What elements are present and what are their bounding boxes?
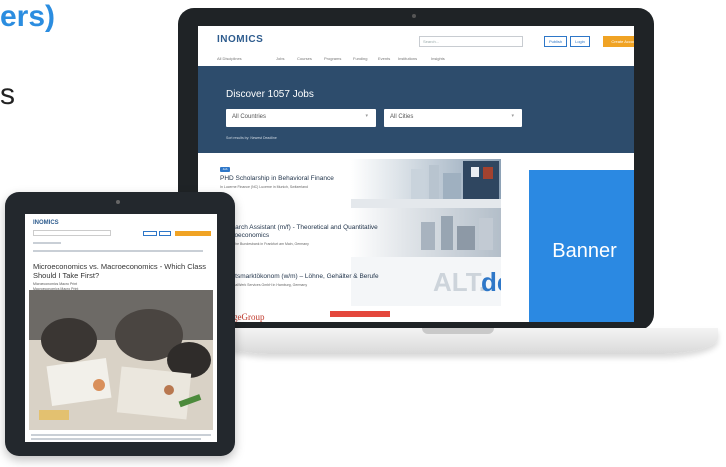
nav-item-events[interactable]: Events <box>378 56 390 61</box>
listing-employer: In Lucerne Finance (NC) Lucerne in Munic… <box>220 185 308 189</box>
search-input[interactable]: Search... <box>419 36 523 47</box>
hero-title: Discover 1057 Jobs <box>226 89 314 100</box>
create-account-button[interactable]: Create Account <box>603 36 634 47</box>
job-listing[interactable]: Job Research Assistant (m/f) - Theoretic… <box>220 208 501 257</box>
breadcrumb <box>33 242 61 244</box>
webcam-icon <box>116 200 120 204</box>
headline-fragment: s <box>0 78 15 111</box>
job-listing[interactable]: PageGroup <box>220 308 501 322</box>
svg-text:de: de <box>481 267 501 297</box>
nav-item-programs[interactable]: Programs <box>324 56 341 61</box>
tablet-display: INOMICS Microeconomics vs. Macroeconomic… <box>25 214 217 442</box>
listing-title[interactable]: Research Assistant (m/f) - Theoretical a… <box>220 224 405 240</box>
article-meta: Microeconomics Macro Print <box>33 282 78 286</box>
laptop: INOMICS Search... Publish Login Create A… <box>178 8 654 330</box>
search-hero: Discover 1057 Jobs All Countries ▾ All C… <box>198 66 634 153</box>
tablet-login-button[interactable] <box>159 231 171 236</box>
listing-title[interactable]: Arbeitsmarktökonom (w/m) – Löhne, Gehält… <box>220 273 405 281</box>
nav-item-disciplines[interactable]: All Disciplines <box>217 56 242 61</box>
nav-item-funding[interactable]: Funding <box>353 56 367 61</box>
country-select[interactable]: All Countries ▾ <box>226 109 376 127</box>
login-button[interactable]: Login <box>570 36 590 47</box>
article-title: Microeconomics vs. Macroeconomics - Whic… <box>33 262 206 280</box>
banner-label: Banner <box>552 240 617 262</box>
country-select-value: All Countries <box>232 114 267 120</box>
chevron-down-icon: ▾ <box>511 113 514 119</box>
webcam-icon <box>412 14 416 18</box>
promo-strip <box>330 311 390 317</box>
listing-title[interactable]: PHD Scholarship in Behavioral Finance <box>220 175 405 183</box>
nav-item-insights[interactable]: Insights <box>431 56 445 61</box>
tablet-nav <box>33 250 203 252</box>
page-headline: ers) <box>0 0 56 33</box>
sort-options[interactable]: Sort results by: Newest Deadline <box>226 136 277 140</box>
nav-item-jobs[interactable]: Jobs <box>276 56 284 61</box>
city-select[interactable]: All Cities ▾ <box>384 109 522 127</box>
city-select-value: All Cities <box>390 114 414 120</box>
listing-image: ALT. de <box>351 257 501 306</box>
svg-text:ALT.: ALT. <box>433 267 486 297</box>
article-text-line <box>31 438 201 440</box>
chevron-down-icon: ▾ <box>365 113 368 119</box>
site-logo[interactable]: INOMICS <box>217 34 263 45</box>
article-photo <box>29 290 213 430</box>
tablet-site-logo[interactable]: INOMICS <box>33 220 59 226</box>
publish-button[interactable]: Publish <box>544 36 567 47</box>
article-text-line <box>31 434 211 436</box>
job-listing[interactable]: Job PHD Scholarship in Behavioral Financ… <box>220 159 501 208</box>
nav-item-courses[interactable]: Courses <box>297 56 312 61</box>
nav-item-institutions[interactable]: Institutions <box>398 56 417 61</box>
job-listing[interactable]: ALT. de Job Arbeitsmarktökonom (w/m) – L… <box>220 257 501 306</box>
tablet-search-input[interactable] <box>33 230 111 236</box>
tablet-create-account-button[interactable] <box>175 231 211 236</box>
main-nav: All Disciplines Jobs Courses Programs Fu… <box>198 54 634 66</box>
laptop-notch <box>422 328 494 334</box>
tablet: INOMICS Microeconomics vs. Macroeconomic… <box>5 192 235 456</box>
tablet-publish-button[interactable] <box>143 231 157 236</box>
job-type-badge: Job <box>220 167 230 172</box>
laptop-display: INOMICS Search... Publish Login Create A… <box>198 26 634 322</box>
listing-image <box>351 159 501 208</box>
ad-banner[interactable]: Banner <box>529 170 634 322</box>
